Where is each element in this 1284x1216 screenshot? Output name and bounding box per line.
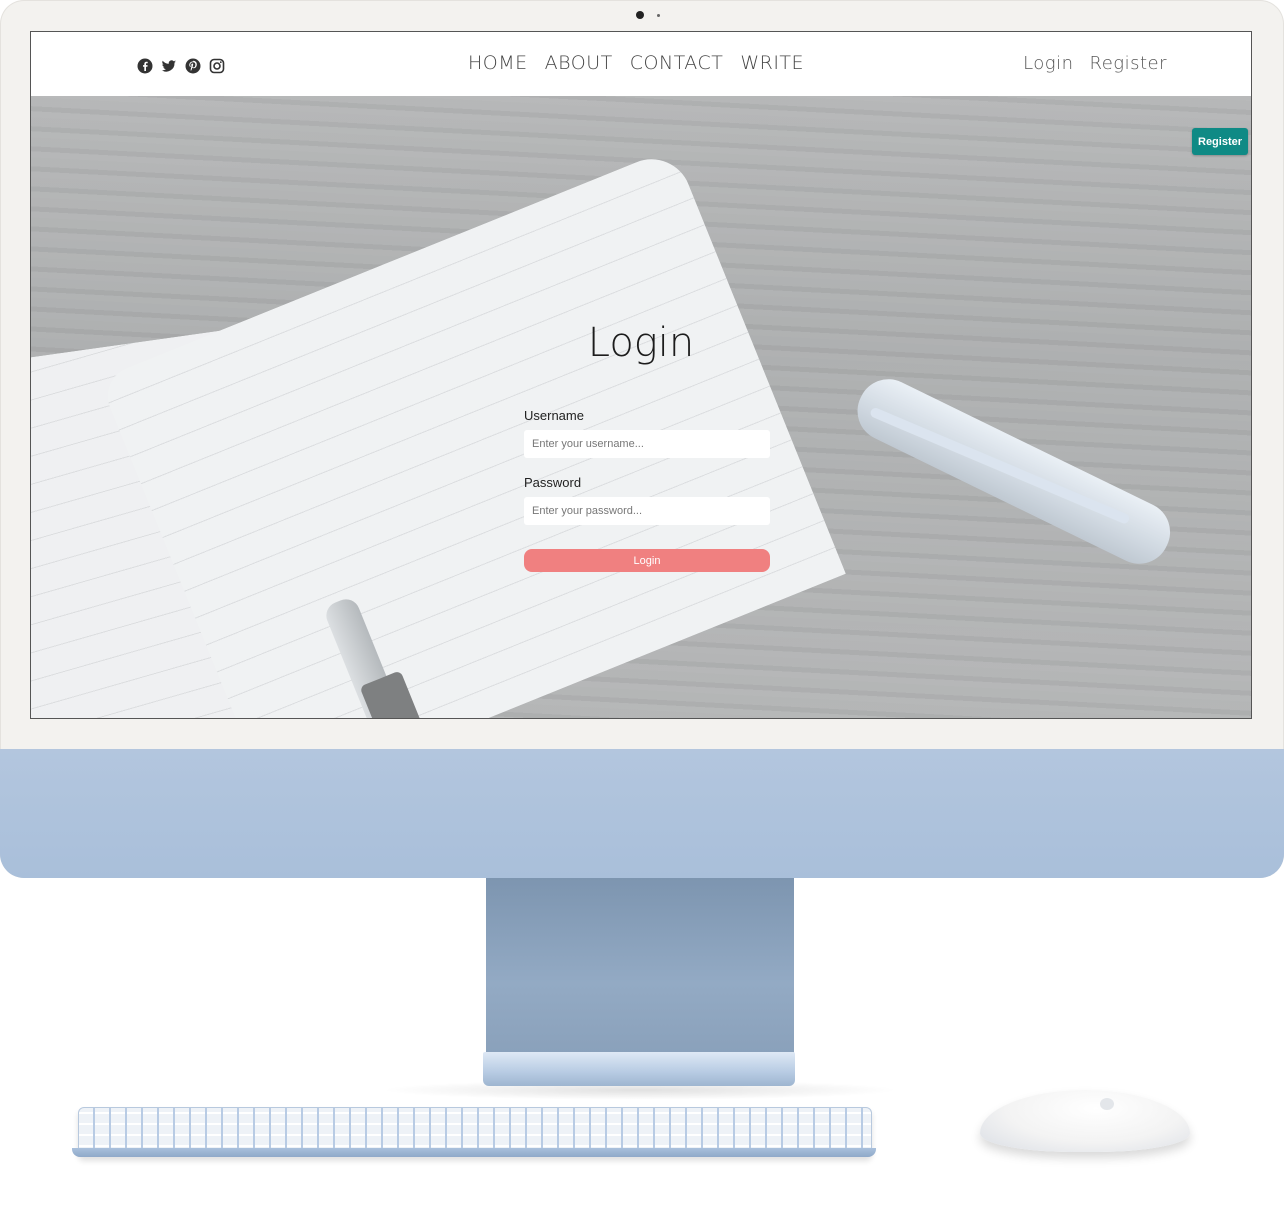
password-label: Password (524, 475, 582, 490)
username-label: Username (524, 408, 584, 423)
register-button[interactable]: Register (1192, 128, 1248, 155)
nav-about[interactable]: ABOUT (545, 52, 613, 74)
nav-home[interactable]: HOME (468, 52, 528, 74)
monitor-stand (486, 878, 794, 1054)
camera-icon (636, 11, 644, 19)
camera-indicator (657, 14, 660, 17)
social-links (137, 58, 225, 74)
facebook-icon[interactable] (137, 58, 153, 74)
monitor-chin (0, 749, 1284, 878)
monitor-stand-foot (483, 1052, 795, 1086)
login-hero: Register Login Username Password Login (31, 96, 1251, 718)
apple-logo-icon (1100, 1098, 1114, 1110)
pinterest-icon[interactable] (185, 58, 201, 74)
nav-write[interactable]: WRITE (740, 52, 804, 74)
twitter-icon[interactable] (161, 58, 177, 74)
page-title: Login (587, 320, 695, 366)
login-button[interactable]: Login (524, 549, 770, 572)
imac-monitor: HOME ABOUT CONTACT WRITE Login Register … (0, 0, 1284, 878)
background-overlay (31, 96, 1251, 718)
nav-login-link[interactable]: Login (1023, 53, 1073, 74)
nav-contact[interactable]: CONTACT (630, 52, 724, 74)
main-nav: HOME ABOUT CONTACT WRITE (468, 52, 804, 74)
password-input[interactable] (524, 497, 770, 525)
mouse-image (980, 1090, 1190, 1152)
keyboard-base (72, 1148, 876, 1157)
top-navigation-bar: HOME ABOUT CONTACT WRITE Login Register (31, 32, 1251, 96)
username-input[interactable] (524, 430, 770, 458)
nav-register-link[interactable]: Register (1090, 53, 1168, 74)
login-form: Username Password Login (524, 408, 770, 572)
instagram-icon[interactable] (209, 58, 225, 74)
screen: HOME ABOUT CONTACT WRITE Login Register … (30, 31, 1252, 719)
auth-links: Login Register (1023, 53, 1167, 74)
